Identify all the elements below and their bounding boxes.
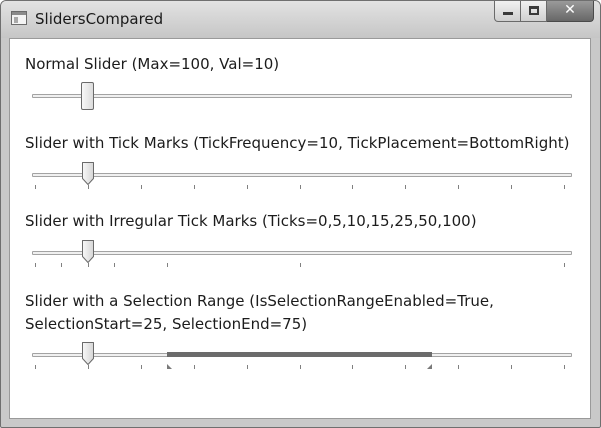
maximize-icon bbox=[529, 6, 539, 15]
tick-mark bbox=[247, 185, 248, 189]
selection-start-marker bbox=[167, 364, 173, 369]
tick-mark bbox=[352, 185, 353, 189]
tick-mark bbox=[141, 185, 142, 189]
tick-mark bbox=[300, 185, 301, 189]
window-title: SlidersCompared bbox=[35, 10, 164, 28]
tick-mark bbox=[141, 365, 142, 369]
normal-slider-label: Normal Slider (Max=100, Val=10) bbox=[25, 55, 280, 73]
tick-mark bbox=[405, 185, 406, 189]
slider-thumb[interactable] bbox=[81, 239, 95, 264]
minimize-button[interactable] bbox=[494, 1, 521, 22]
slider-thumb[interactable] bbox=[81, 82, 94, 110]
tick-marks-slider-label: Slider with Tick Marks (TickFrequency=10… bbox=[25, 134, 570, 152]
irregular-ticks-slider[interactable] bbox=[10, 233, 590, 273]
tick-marks-slider[interactable] bbox=[10, 155, 590, 195]
normal-slider[interactable] bbox=[10, 76, 590, 116]
slider-thumb[interactable] bbox=[81, 161, 95, 186]
tick-mark bbox=[564, 263, 565, 267]
tick-mark bbox=[511, 185, 512, 189]
selection-range-slider-label-line2: SelectionStart=25, SelectionEnd=75) bbox=[25, 315, 308, 333]
slider-thumb[interactable] bbox=[81, 341, 95, 366]
tick-mark bbox=[35, 263, 36, 267]
tick-mark bbox=[61, 263, 62, 267]
minimize-icon bbox=[503, 12, 513, 15]
selection-range-slider[interactable] bbox=[10, 335, 590, 375]
window-controls: ✕ bbox=[494, 1, 594, 23]
tick-mark bbox=[564, 185, 565, 189]
selection-end-marker bbox=[426, 364, 432, 369]
tick-mark bbox=[167, 263, 168, 267]
tick-mark bbox=[511, 365, 512, 369]
selection-range-bar bbox=[167, 352, 432, 357]
selection-range-slider-label-line1: Slider with a Selection Range (IsSelecti… bbox=[25, 292, 494, 310]
tick-mark bbox=[300, 263, 301, 267]
tick-mark bbox=[247, 365, 248, 369]
tick-mark bbox=[194, 185, 195, 189]
tick-mark bbox=[564, 365, 565, 369]
tick-mark bbox=[194, 365, 195, 369]
close-icon: ✕ bbox=[564, 2, 576, 18]
close-button[interactable]: ✕ bbox=[547, 1, 594, 22]
tick-mark bbox=[352, 365, 353, 369]
tick-mark bbox=[300, 365, 301, 369]
window-app-icon[interactable] bbox=[11, 11, 27, 25]
tick-mark bbox=[114, 263, 115, 267]
tick-mark bbox=[458, 185, 459, 189]
slider-track[interactable] bbox=[32, 173, 572, 177]
irregular-ticks-slider-label: Slider with Irregular Tick Marks (Ticks=… bbox=[25, 212, 477, 230]
slider-track[interactable] bbox=[32, 251, 572, 255]
slider-track[interactable] bbox=[32, 94, 572, 98]
title-bar[interactable]: SlidersCompared ✕ bbox=[1, 1, 600, 38]
client-area: Normal Slider (Max=100, Val=10) Slider w… bbox=[9, 38, 591, 419]
tick-mark bbox=[35, 185, 36, 189]
tick-mark bbox=[405, 365, 406, 369]
maximize-button[interactable] bbox=[521, 1, 547, 22]
app-window: SlidersCompared ✕ Normal Slider (Max=100… bbox=[0, 0, 601, 428]
tick-mark bbox=[35, 365, 36, 369]
tick-mark bbox=[458, 365, 459, 369]
